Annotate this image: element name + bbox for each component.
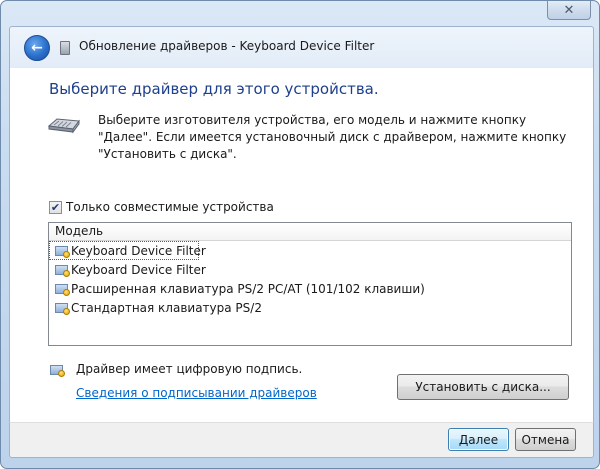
model-list-item[interactable]: Keyboard Device Filter (49, 241, 206, 260)
close-button[interactable]: ✕ (547, 1, 591, 20)
window-title: Обновление драйверов - Keyboard Device F… (79, 39, 375, 53)
back-arrow-icon: ← (31, 40, 43, 56)
close-icon: ✕ (563, 2, 575, 18)
model-list-item[interactable]: Расширенная клавиатура PS/2 PC/AT (101/1… (49, 279, 571, 298)
compatible-only-label[interactable]: Только совместимые устройства (66, 200, 274, 214)
model-list[interactable]: Модель Keyboard Device Filter Keyboard D… (48, 222, 572, 346)
keyboard-icon (47, 118, 80, 134)
wizard-footer: Далее Отмена (9, 422, 594, 458)
signature-status-text: Драйвер имеет цифровую подпись. (76, 362, 303, 376)
page-heading: Выберите драйвер для этого устройства. (49, 80, 379, 98)
cancel-button[interactable]: Отмена (515, 428, 576, 451)
wizard-header: ← Обновление драйверов - Keyboard Device… (9, 26, 594, 68)
window-frame: ✕ ← Обновление драйверов - Keyboard Devi… (0, 0, 600, 469)
model-column-header[interactable]: Модель (49, 223, 571, 241)
wizard-content: Выберите драйвер для этого устройства. В… (9, 68, 594, 422)
model-list-item[interactable]: Стандартная клавиатура PS/2 (49, 298, 571, 317)
driver-certificate-icon (55, 302, 70, 315)
next-button[interactable]: Далее (448, 428, 509, 451)
compatible-only-checkbox[interactable]: ✔ (49, 200, 62, 214)
driver-signing-info-link[interactable]: Сведения о подписывании драйверов (76, 386, 317, 400)
intro-text: Выберите изготовителя устройства, его мо… (98, 113, 567, 161)
model-list-item-label: Стандартная клавиатура PS/2 (71, 300, 262, 315)
have-disk-button[interactable]: Установить с диска... (397, 374, 569, 400)
driver-certificate-icon (55, 283, 70, 296)
back-button[interactable]: ← (24, 35, 50, 61)
model-list-item-label: Keyboard Device Filter (71, 243, 206, 258)
device-manager-icon (60, 41, 70, 55)
compatible-only-checkbox-row[interactable]: ✔ Только совместимые устройства (49, 200, 274, 214)
model-list-item-label: Keyboard Device Filter (71, 262, 206, 277)
checkmark-icon: ✔ (50, 200, 61, 214)
driver-certificate-icon (55, 245, 70, 258)
signed-driver-icon (50, 364, 65, 377)
driver-certificate-icon (55, 264, 70, 277)
model-list-item-label: Расширенная клавиатура PS/2 PC/AT (101/1… (71, 281, 425, 296)
model-list-item[interactable]: Keyboard Device Filter (49, 260, 571, 279)
